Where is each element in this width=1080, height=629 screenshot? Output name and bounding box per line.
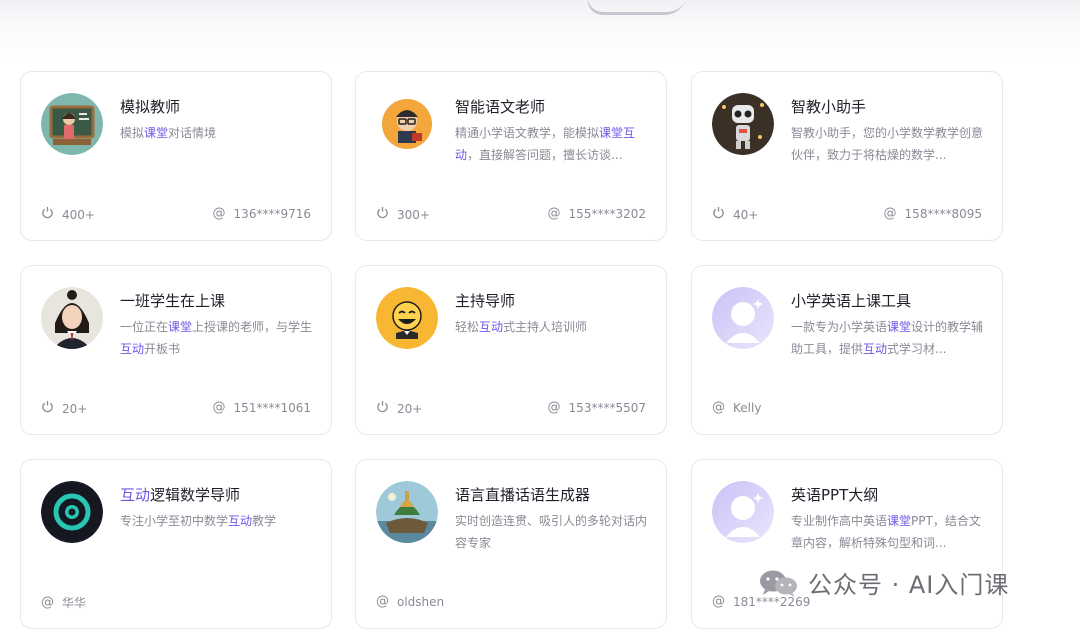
agent-title: 一班学生在上课 — [120, 292, 226, 310]
usage-count: 400+ — [41, 206, 95, 223]
agent-description: 专注小学至初中数学互动教学 — [120, 514, 277, 528]
usage-count: 300+ — [376, 206, 430, 223]
at-icon: @ — [712, 400, 725, 415]
default-user-avatar — [712, 287, 774, 349]
agent-card[interactable]: 一班学生在上课 一位正在课堂上授课的老师，与学生互动开板书 20+ @ 151*… — [20, 265, 332, 435]
agent-description: 轻松互动式主持人培训师 — [455, 320, 588, 334]
agent-title: 智能语文老师 — [455, 98, 546, 116]
at-icon: @ — [547, 206, 561, 221]
student-girl-avatar — [41, 287, 103, 349]
usage-count: 20+ — [376, 400, 422, 417]
author: @ oldshen — [376, 594, 445, 609]
agent-card[interactable]: 小学英语上课工具 一款专为小学英语课堂设计的教学辅助工具，提供互动式学习材...… — [691, 265, 1003, 435]
ring-logo-avatar — [41, 481, 103, 543]
agent-description: 实时创造连贯、吸引人的多轮对话内容专家 — [455, 514, 648, 550]
author: @ Kelly — [712, 400, 762, 415]
author: @ 158****8095 — [883, 206, 982, 221]
power-icon — [41, 400, 54, 417]
top-decoration — [580, 0, 690, 15]
agent-title: 模拟教师 — [120, 98, 181, 116]
at-icon: @ — [376, 594, 389, 609]
agent-description: 一款专为小学英语课堂设计的教学辅助工具，提供互动式学习材... — [791, 320, 984, 356]
watermark-text: 公众号 · AI入门课 — [808, 571, 1010, 599]
author: @ 153****5507 — [547, 400, 646, 415]
agent-card[interactable]: 智教小助手 智教小助手，您的小学数学教学创意伙伴，致力于将枯燥的数学... 40… — [691, 71, 1003, 241]
robot-avatar — [712, 93, 774, 155]
agent-title: 互动逻辑数学导师 — [120, 486, 241, 504]
agent-card[interactable]: 语言直播话语生成器 实时创造连贯、吸引人的多轮对话内容专家 @ oldshen — [355, 459, 667, 629]
agent-title: 语言直播话语生成器 — [455, 486, 591, 504]
agent-description: 智教小助手，您的小学数学教学创意伙伴，致力于将枯燥的数学... — [791, 126, 984, 162]
agent-description: 精通小学语文教学，能模拟课堂互动，直接解答问题，擅长访谈... — [455, 126, 636, 162]
at-icon: @ — [212, 400, 226, 415]
agent-description: 专业制作高中英语课堂PPT，结合文章内容，解析特殊句型和词... — [791, 514, 981, 550]
author: @ 华华 — [41, 595, 87, 610]
teacher-chalkboard-avatar — [41, 93, 103, 155]
at-icon: @ — [712, 594, 725, 609]
power-icon — [41, 206, 54, 223]
agent-title: 小学英语上课工具 — [791, 292, 912, 310]
at-icon: @ — [883, 206, 897, 221]
agent-description: 模拟课堂对话情境 — [120, 126, 217, 140]
agent-card[interactable]: 主持导师 轻松互动式主持人培训师 20+ @ 153****5507 — [355, 265, 667, 435]
power-icon — [712, 206, 725, 223]
power-icon — [376, 206, 389, 223]
at-icon: @ — [547, 400, 561, 415]
agent-card[interactable]: 智能语文老师 精通小学语文教学，能模拟课堂互动，直接解答问题，擅长访谈... 3… — [355, 71, 667, 241]
agent-title: 主持导师 — [455, 292, 516, 310]
agent-title: 智教小助手 — [791, 98, 867, 116]
power-icon — [376, 400, 389, 417]
glasses-teacher-avatar — [376, 93, 438, 155]
agent-description: 一位正在课堂上授课的老师，与学生互动开板书 — [120, 320, 313, 356]
author: @ 151****1061 — [212, 400, 311, 415]
agent-card[interactable]: 互动逻辑数学导师 专注小学至初中数学互动教学 @ 华华 — [20, 459, 332, 629]
agent-card[interactable]: 英语PPT大纲 专业制作高中英语课堂PPT，结合文章内容，解析特殊句型和词...… — [691, 459, 1003, 629]
at-icon: @ — [41, 595, 54, 610]
island-painting-avatar — [376, 481, 438, 543]
usage-count: 40+ — [712, 206, 758, 223]
default-user-avatar — [712, 481, 774, 543]
usage-count: 20+ — [41, 400, 87, 417]
author: @ 155****3202 — [547, 206, 646, 221]
agent-title: 英语PPT大纲 — [791, 486, 879, 504]
at-icon: @ — [212, 206, 226, 221]
author: @ 136****9716 — [212, 206, 311, 221]
wechat-icon — [760, 570, 797, 597]
watermark: 公众号 · AI入门课 — [758, 565, 1009, 600]
agent-card[interactable]: 模拟教师 模拟课堂对话情境 400+ @ 136****9716 — [20, 71, 332, 241]
top-shade — [0, 0, 1080, 60]
emoji-host-avatar — [376, 287, 438, 349]
